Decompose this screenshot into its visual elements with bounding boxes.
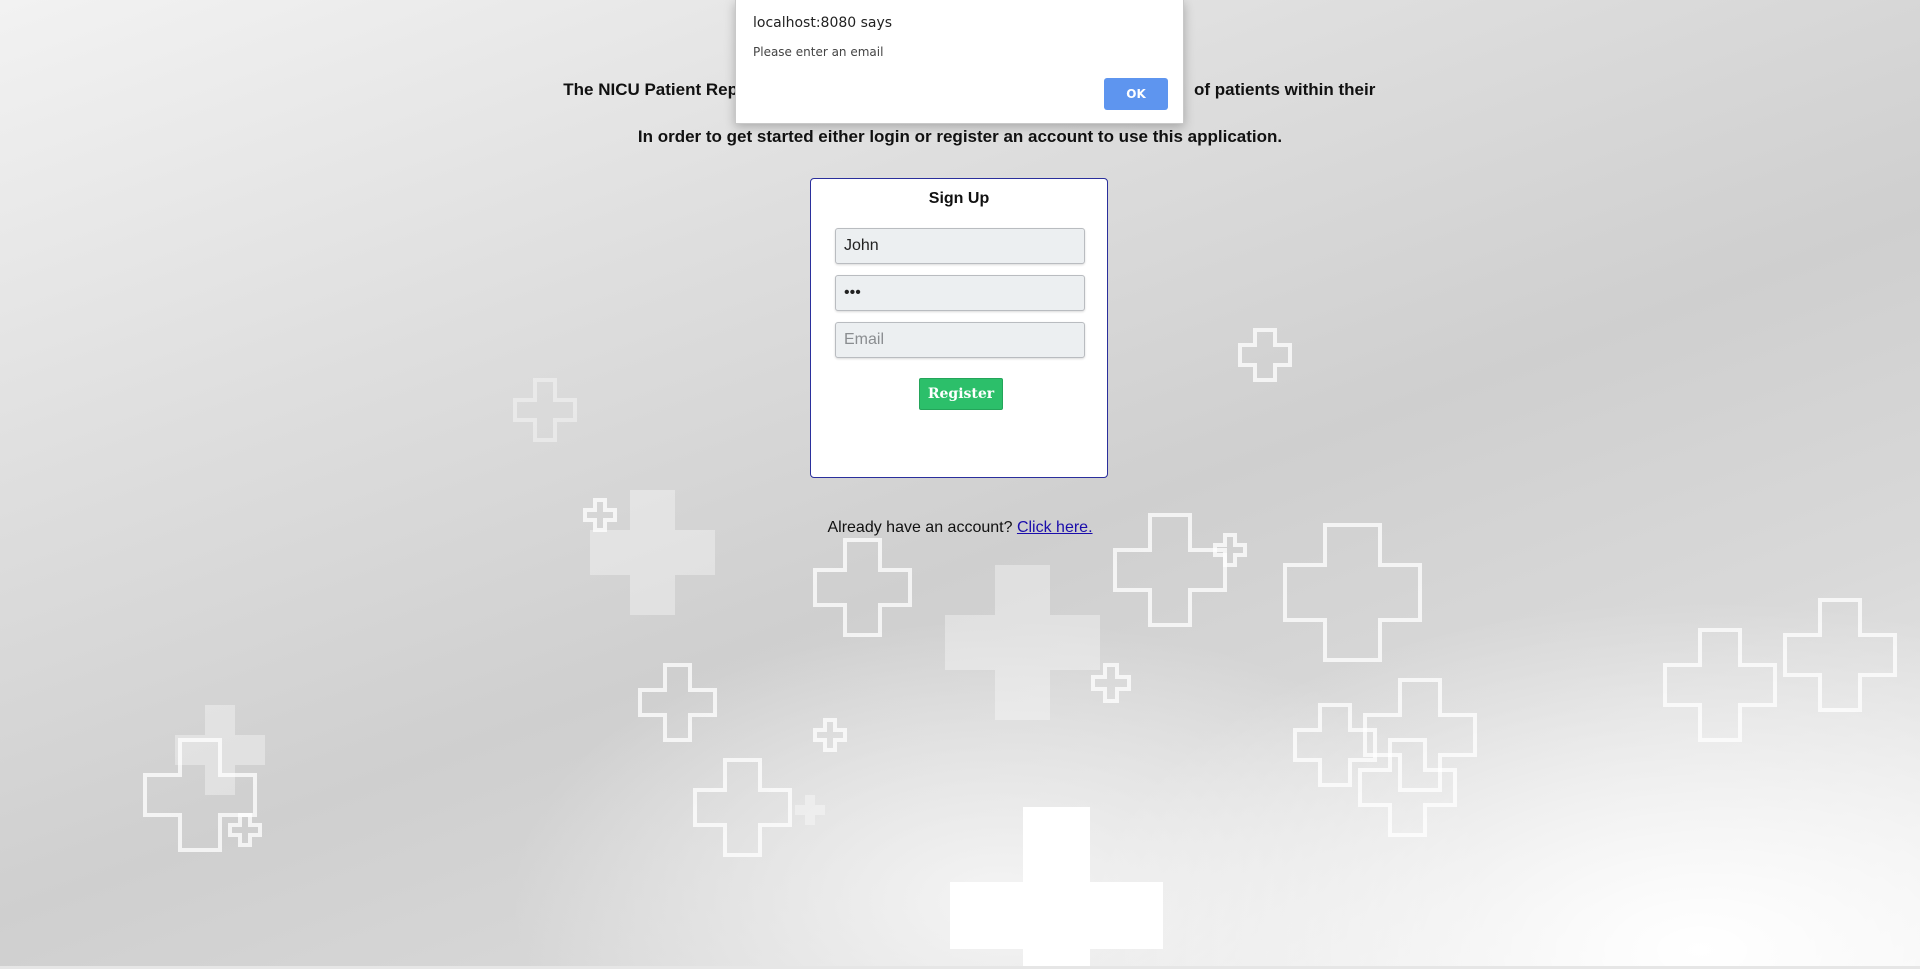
login-prompt-text: Already have an account? [827,519,1013,536]
username-input[interactable] [835,228,1085,264]
email-input[interactable] [835,322,1085,358]
alert-dialog: localhost:8080 says Please enter an emai… [735,0,1184,124]
alert-ok-button[interactable]: OK [1104,78,1168,110]
signup-card: Sign Up Register [810,178,1108,478]
register-button[interactable]: Register [919,378,1003,410]
signup-title: Sign Up [928,190,990,207]
login-link[interactable]: Click here. [1017,519,1093,536]
password-input[interactable] [835,275,1085,311]
intro-text-line-2: In order to get started either login or … [637,127,1283,146]
login-prompt: Already have an account? Click here. [0,519,1920,537]
intro-text-right: of patients within their [1194,80,1376,99]
alert-message: Please enter an email [753,45,884,59]
intro-text-left: The NICU Patient Rep [563,80,738,99]
alert-origin: localhost:8080 says [753,15,893,31]
